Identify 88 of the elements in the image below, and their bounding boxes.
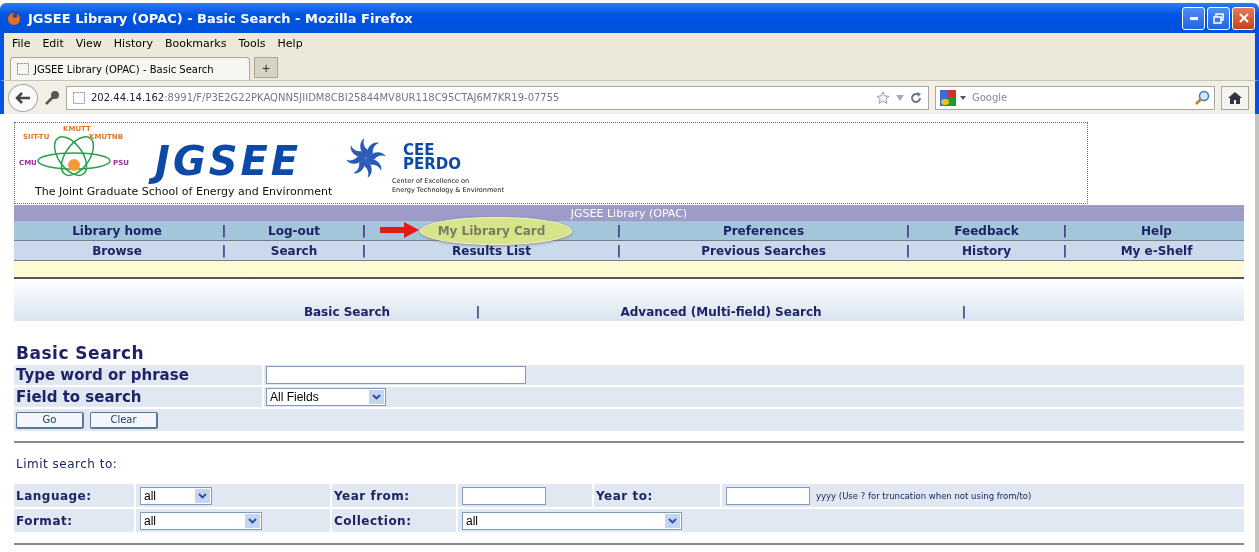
search-field[interactable]: Google — [935, 85, 1215, 110]
back-button[interactable] — [8, 83, 38, 112]
google-icon — [940, 89, 956, 106]
dropdown[interactable]: all — [140, 511, 262, 530]
menu-item[interactable]: Bookmarks — [165, 36, 227, 50]
menu-item[interactable]: Tools — [238, 36, 266, 50]
menu-item[interactable]: Help — [277, 36, 303, 50]
key-icon — [44, 89, 60, 106]
close-icon — [1238, 13, 1249, 23]
separator: | — [904, 223, 912, 238]
search-icon[interactable] — [1194, 89, 1210, 106]
menu-item[interactable]: File — [12, 36, 31, 50]
separator: | — [904, 243, 912, 258]
logo-text: PERDO — [403, 157, 461, 172]
separator: | — [220, 243, 228, 258]
arrow-icon — [380, 221, 420, 239]
field-label: Field to search — [16, 388, 142, 406]
separator: | — [474, 305, 482, 319]
input-field[interactable] — [462, 486, 546, 505]
close-button[interactable] — [1232, 6, 1255, 30]
page-heading: Basic Search — [16, 343, 146, 363]
restore-icon — [1213, 12, 1224, 24]
separator: | — [360, 243, 368, 258]
menu-item[interactable]: History — [113, 36, 153, 50]
home-icon — [1227, 90, 1243, 105]
dropdown[interactable]: all — [462, 511, 682, 530]
nav-link[interactable]: Library home — [14, 223, 220, 238]
search-mode-link[interactable]: Advanced (Multi-field) Search — [482, 305, 960, 319]
dropdown[interactable]: all — [140, 486, 212, 505]
new-tab-button[interactable]: + — [254, 57, 278, 78]
minimize-button[interactable] — [1182, 6, 1205, 30]
chevron-down-icon — [245, 513, 260, 528]
nav-link[interactable]: Log-out — [228, 223, 360, 238]
nav-link[interactable]: Preferences — [623, 223, 904, 238]
field-label: Year from: — [334, 488, 410, 503]
chevron-down-icon — [195, 488, 210, 503]
reload-icon[interactable] — [910, 91, 922, 104]
hint-text: yyyy (Use ? for truncation when not using from/to) — [816, 490, 1032, 501]
form-button[interactable]: Clear — [90, 411, 158, 429]
nav-link[interactable]: History — [912, 243, 1061, 258]
chevron-down-icon — [369, 390, 384, 404]
minimize-icon — [1189, 16, 1198, 20]
logo-subtitle: The Joint Graduate School of Energy and Environment — [35, 185, 333, 198]
back-arrow-icon — [15, 90, 31, 105]
nav-link[interactable]: Results List — [368, 243, 615, 258]
field-label: Year to: — [596, 488, 653, 503]
separator: | — [615, 223, 623, 238]
form-button[interactable]: Go — [16, 411, 84, 429]
home-button[interactable] — [1221, 85, 1249, 110]
browser-tab[interactable]: JGSEE Library (OPAC) - Basic Search — [10, 57, 250, 80]
page-icon — [17, 63, 29, 75]
separator: | — [220, 223, 228, 238]
logo-text: JGSEE — [149, 135, 318, 187]
window-title: JGSEE Library (OPAC) - Basic Search - Mozilla Firefox — [28, 10, 414, 26]
chevron-down-icon — [665, 513, 680, 528]
page-icon — [73, 91, 85, 104]
section-title: Limit search to: — [16, 457, 119, 471]
field-label: Language: — [16, 488, 92, 503]
separator: | — [360, 223, 368, 238]
separator: | — [1061, 223, 1069, 238]
caret-icon — [960, 95, 966, 100]
address-bar[interactable]: 202.44.14.162:8991/F/P3E2G22PKAQNN5JIIDM8CBI25844MV8UR118C95CTAJ6M7KR19-07755 — [66, 85, 929, 110]
menu-item[interactable]: Edit — [42, 36, 64, 50]
nav-link[interactable]: Help — [1069, 223, 1244, 238]
url-path: :8991/F/P3E2G22PKAQNN5JIIDM8CBI25844MV8UR118C95CTAJ6M7KR19-07755 — [164, 92, 561, 103]
nav-link[interactable]: Previous Searches — [623, 243, 904, 258]
logo-text: CEE — [403, 143, 435, 158]
separator: | — [1061, 243, 1069, 258]
separator: | — [615, 243, 623, 258]
field-label: Collection: — [334, 513, 412, 528]
nav-link[interactable]: Browse — [14, 243, 220, 258]
input-field[interactable] — [726, 486, 810, 505]
separator: | — [960, 305, 968, 319]
dropdown-icon[interactable] — [896, 94, 904, 101]
nav-link[interactable]: My e-Shelf — [1069, 243, 1244, 258]
input-field[interactable] — [266, 366, 526, 384]
nav-link[interactable]: Search — [228, 243, 360, 258]
dropdown[interactable]: All Fields — [266, 388, 386, 406]
star-icon[interactable] — [876, 90, 890, 105]
url-host: 202.44.14.162 — [91, 92, 165, 103]
site-title: JGSEE Library (OPAC) — [570, 206, 688, 220]
menu-item[interactable]: View — [75, 36, 102, 50]
firefox-icon — [6, 10, 22, 26]
nav-link[interactable]: Feedback — [912, 223, 1061, 238]
search-mode-link[interactable]: Basic Search — [220, 305, 474, 319]
restore-button[interactable] — [1207, 6, 1230, 30]
field-label: Type word or phrase — [16, 366, 189, 384]
field-label: Format: — [16, 513, 73, 528]
